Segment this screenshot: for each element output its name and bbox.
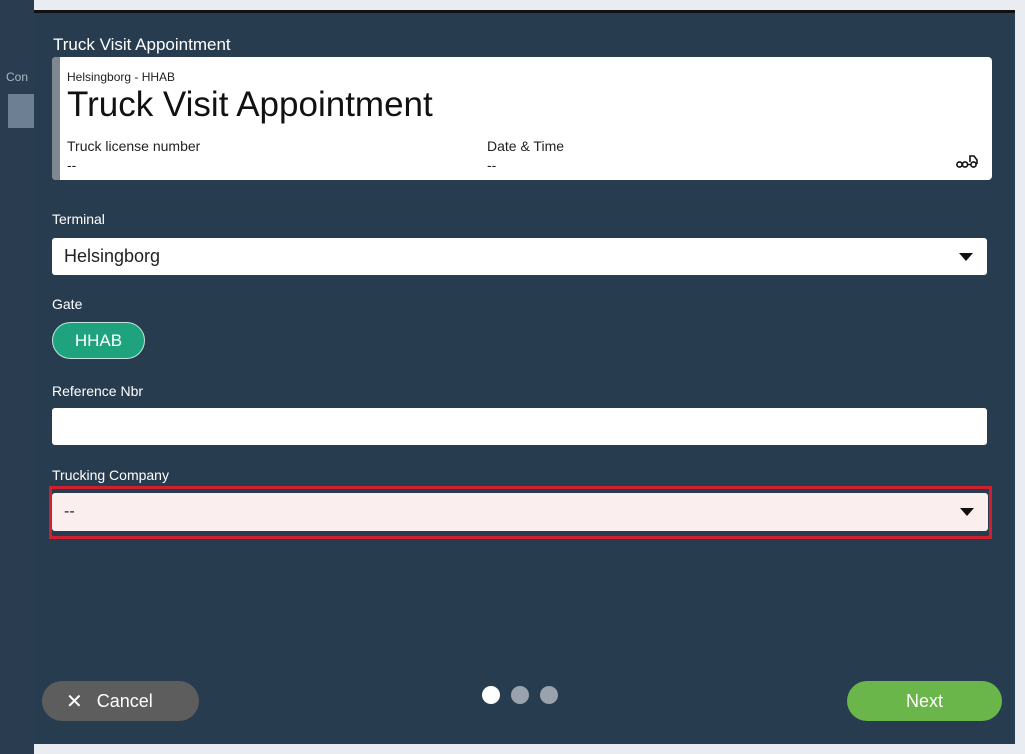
trucking-company-select[interactable]: -- — [52, 493, 988, 531]
truck-license-value: -- — [67, 157, 77, 173]
truck-license-label: Truck license number — [67, 138, 201, 154]
reference-nbr-input[interactable] — [52, 408, 987, 445]
pagination-dot-1[interactable] — [482, 686, 500, 704]
background-sidebar-item — [8, 94, 34, 128]
terminal-label: Terminal — [52, 211, 105, 227]
pagination-dot-2[interactable] — [511, 686, 529, 704]
terminal-select[interactable]: Helsingborg — [52, 238, 987, 275]
pagination-dot-3[interactable] — [540, 686, 558, 704]
trucking-company-label: Trucking Company — [52, 467, 169, 483]
chevron-down-icon — [959, 253, 973, 261]
modal-title: Truck Visit Appointment — [53, 35, 231, 54]
background-sidebar: Con — [0, 0, 34, 754]
appointment-summary-card: Helsingborg - HHAB Truck Visit Appointme… — [52, 57, 992, 180]
gate-label: Gate — [52, 296, 83, 312]
gate-chip-hhab[interactable]: HHAB — [52, 322, 145, 359]
chevron-down-icon — [960, 508, 974, 516]
datetime-label: Date & Time — [487, 138, 565, 154]
reference-nbr-label: Reference Nbr — [52, 383, 144, 399]
close-icon: ✕ — [66, 690, 83, 713]
truck-visit-modal: Truck Visit Appointment Helsingborg - HH… — [34, 10, 1015, 744]
card-subtitle: Helsingborg - HHAB — [67, 70, 176, 84]
terminal-select-value: Helsingborg — [64, 246, 161, 266]
cancel-button[interactable]: ✕ Cancel — [42, 681, 199, 721]
cancel-button-label: Cancel — [96, 690, 153, 711]
card-accent-bar — [52, 57, 60, 180]
background-sidebar-label: Con — [6, 70, 29, 84]
datetime-value: -- — [487, 157, 497, 173]
card-title: Truck Visit Appointment — [67, 85, 433, 124]
truck-icon — [956, 155, 978, 168]
next-button[interactable]: Next — [847, 681, 1002, 721]
trucking-company-select-value: -- — [64, 503, 75, 520]
